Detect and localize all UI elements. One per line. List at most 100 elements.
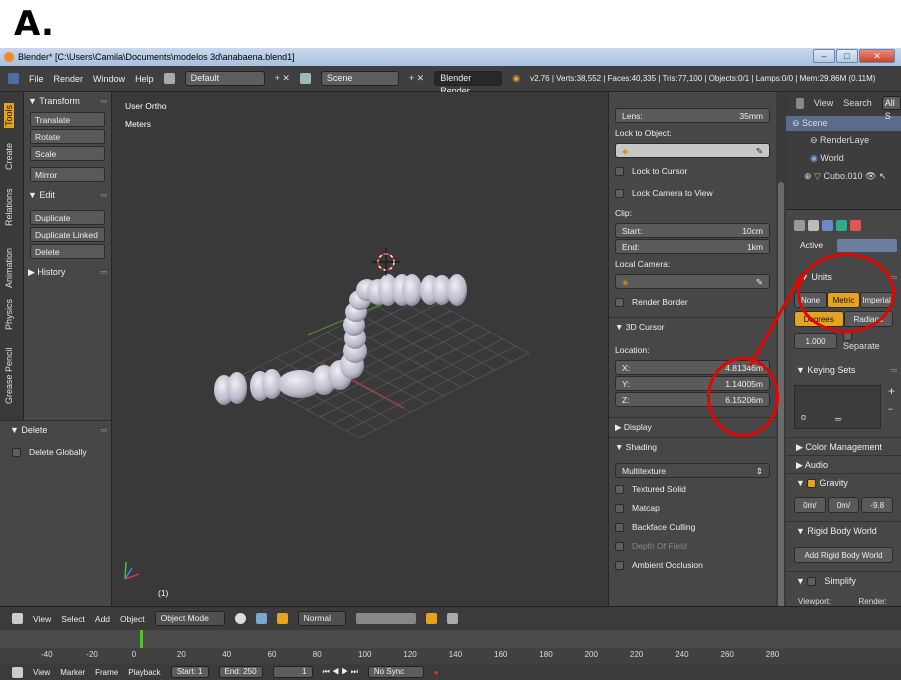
scene-canvas[interactable] bbox=[112, 92, 608, 606]
scene-icon[interactable] bbox=[299, 73, 311, 84]
timeline[interactable]: -40 -20 0 20 40 60 80 100 120 140 160 180 200 220 240 2… bbox=[0, 630, 901, 664]
view-menu[interactable]: View bbox=[33, 614, 51, 624]
depth-of-field-checkbox[interactable]: Depth Of Field bbox=[609, 537, 776, 555]
shading-panel-header[interactable]: ▼ Shading bbox=[609, 437, 776, 455]
gravity-x-field[interactable]: 0m/ bbox=[794, 497, 826, 514]
gravity-z-field[interactable]: -9.8 bbox=[861, 497, 894, 514]
tab-animation[interactable]: Animation bbox=[4, 248, 14, 288]
record-icon[interactable]: ● bbox=[434, 668, 439, 677]
rotate-button[interactable]: Rotate bbox=[30, 129, 105, 144]
delete-panel-header[interactable]: ▼ Delete ═ bbox=[0, 421, 111, 439]
gravity-y-field[interactable]: 0m/ bbox=[827, 497, 860, 514]
transform-panel-header[interactable]: ▼ Transform ═ bbox=[24, 92, 111, 110]
texture-tab-icon[interactable] bbox=[850, 219, 861, 231]
gravity-header[interactable]: ▼ Gravity bbox=[786, 473, 901, 491]
lens-field[interactable]: Lens: 35mm bbox=[615, 108, 770, 123]
outliner-filter[interactable]: All S bbox=[881, 96, 901, 121]
tab-grease-pencil[interactable]: Grease Pencil bbox=[4, 347, 14, 404]
mirror-button[interactable]: Mirror bbox=[30, 167, 105, 182]
tab-tools[interactable]: Tools bbox=[4, 102, 14, 128]
remove-keying-set-button[interactable]: − bbox=[888, 404, 893, 414]
orientation-select[interactable]: Normal bbox=[297, 611, 346, 626]
add-scene-icon[interactable]: + ✕ bbox=[409, 73, 424, 84]
textured-solid-checkbox[interactable]: Textured Solid bbox=[609, 480, 776, 498]
duplicate-button[interactable]: Duplicate bbox=[30, 210, 105, 225]
layout-icon[interactable] bbox=[163, 73, 175, 84]
scene-tab-icon[interactable] bbox=[822, 219, 833, 231]
info-editor-icon[interactable] bbox=[8, 73, 19, 84]
start-frame-field[interactable]: Start: 1 bbox=[170, 666, 209, 678]
menu-file[interactable]: File bbox=[29, 74, 44, 84]
timeline-editor-icon[interactable] bbox=[12, 666, 23, 678]
3d-viewport[interactable]: User Ortho Meters (1) bbox=[112, 92, 608, 606]
backface-culling-checkbox[interactable]: Backface Culling bbox=[609, 518, 776, 536]
lock-object-field[interactable]: ◈ ✎ bbox=[615, 143, 770, 158]
clip-start-field[interactable]: Start: 10cm bbox=[615, 223, 770, 238]
sync-select[interactable]: No Sync bbox=[367, 666, 424, 678]
menu-window[interactable]: Window bbox=[93, 74, 125, 84]
clip-end-field[interactable]: End: 1km bbox=[615, 239, 770, 254]
add-keying-set-button[interactable]: + bbox=[888, 384, 895, 398]
tab-physics[interactable]: Physics bbox=[4, 299, 14, 330]
end-frame-field[interactable]: End: 250 bbox=[218, 666, 263, 678]
world-tab-icon[interactable] bbox=[836, 219, 847, 231]
ambient-occlusion-checkbox[interactable]: Ambient Occlusion bbox=[609, 556, 776, 574]
add-rigid-body-button[interactable]: Add Rigid Body World bbox=[794, 547, 893, 564]
layer-tab-icon[interactable] bbox=[808, 219, 819, 231]
simplify-header[interactable]: ▼ Simplify bbox=[786, 571, 901, 589]
proportional-icon[interactable] bbox=[425, 613, 437, 624]
close-button[interactable]: ✕ bbox=[859, 49, 895, 63]
add-menu[interactable]: Add bbox=[95, 614, 110, 624]
menu-help[interactable]: Help bbox=[135, 74, 154, 84]
scale-button[interactable]: Scale bbox=[30, 146, 105, 161]
translate-button[interactable]: Translate bbox=[30, 112, 105, 127]
active-camera-row[interactable]: Active bbox=[786, 236, 901, 254]
tab-create[interactable]: Create bbox=[4, 143, 14, 170]
audio-header[interactable]: ▶ Audio bbox=[786, 455, 901, 473]
timeline-playhead[interactable] bbox=[139, 630, 143, 648]
render-engine-select[interactable]: Blender Render bbox=[434, 71, 503, 96]
outliner-world-row[interactable]: ◉ World bbox=[786, 149, 901, 167]
marker-menu[interactable]: Marker bbox=[60, 668, 85, 677]
current-frame-field[interactable]: 1 bbox=[272, 666, 313, 678]
keying-sets-list[interactable]: o ═ bbox=[794, 385, 881, 430]
outliner-scene-row[interactable]: ⊖ Scene bbox=[786, 116, 901, 131]
tab-relations[interactable]: Relations bbox=[4, 188, 14, 226]
color-management-header[interactable]: ▶ Color Management bbox=[786, 437, 901, 455]
render-tab-icon[interactable] bbox=[794, 219, 805, 231]
outliner-renderlayer-row[interactable]: ⊖ RenderLaye bbox=[786, 131, 901, 149]
editor-type-icon[interactable] bbox=[12, 613, 23, 624]
manipulator-icon[interactable] bbox=[276, 613, 288, 624]
playback-controls[interactable]: ⏮ ◀ ▶ ⏭ bbox=[323, 667, 358, 677]
duplicate-linked-button[interactable]: Duplicate Linked bbox=[30, 227, 105, 242]
edit-panel-header[interactable]: ▼ Edit ═ bbox=[24, 186, 111, 204]
menu-render[interactable]: Render bbox=[54, 74, 84, 84]
outliner-view-menu[interactable]: View bbox=[814, 98, 833, 108]
select-menu[interactable]: Select bbox=[61, 614, 85, 624]
lock-camera-checkbox[interactable]: Lock Camera to View bbox=[609, 184, 776, 202]
add-layout-icon[interactable]: + ✕ bbox=[275, 73, 290, 84]
minimize-button[interactable]: – bbox=[813, 49, 835, 63]
outliner-icon[interactable] bbox=[796, 97, 804, 109]
scene-selector[interactable]: Scene bbox=[320, 71, 399, 86]
layout-selector[interactable]: Default bbox=[184, 71, 265, 86]
mode-select[interactable]: Object Mode bbox=[154, 611, 225, 626]
pivot-icon[interactable] bbox=[255, 613, 267, 624]
playback-menu[interactable]: Playback bbox=[128, 668, 160, 677]
delete-button[interactable]: Delete bbox=[30, 244, 105, 259]
snap-icon[interactable] bbox=[446, 613, 458, 624]
lock-to-cursor-checkbox[interactable]: Lock to Cursor bbox=[609, 162, 776, 180]
frame-menu[interactable]: Frame bbox=[95, 668, 118, 677]
layers-icon[interactable] bbox=[355, 613, 416, 624]
outliner-object-row[interactable]: ⊕ ▽ Cubo.010 👁 ↖ bbox=[786, 167, 901, 185]
shading-icon[interactable] bbox=[234, 613, 246, 624]
matcap-checkbox[interactable]: Matcap bbox=[609, 499, 776, 517]
delete-globally-checkbox[interactable]: Delete Globally bbox=[0, 443, 111, 461]
object-menu[interactable]: Object bbox=[120, 614, 145, 624]
rigid-body-header[interactable]: ▼ Rigid Body World bbox=[786, 521, 901, 539]
outliner-search-menu[interactable]: Search bbox=[843, 98, 872, 108]
3d-cursor[interactable] bbox=[372, 248, 400, 276]
shading-mode-select[interactable]: Multitexture ⇕ bbox=[615, 463, 770, 478]
timeline-view-menu[interactable]: View bbox=[33, 668, 50, 677]
separate-units-checkbox[interactable]: Separate bbox=[843, 331, 893, 351]
